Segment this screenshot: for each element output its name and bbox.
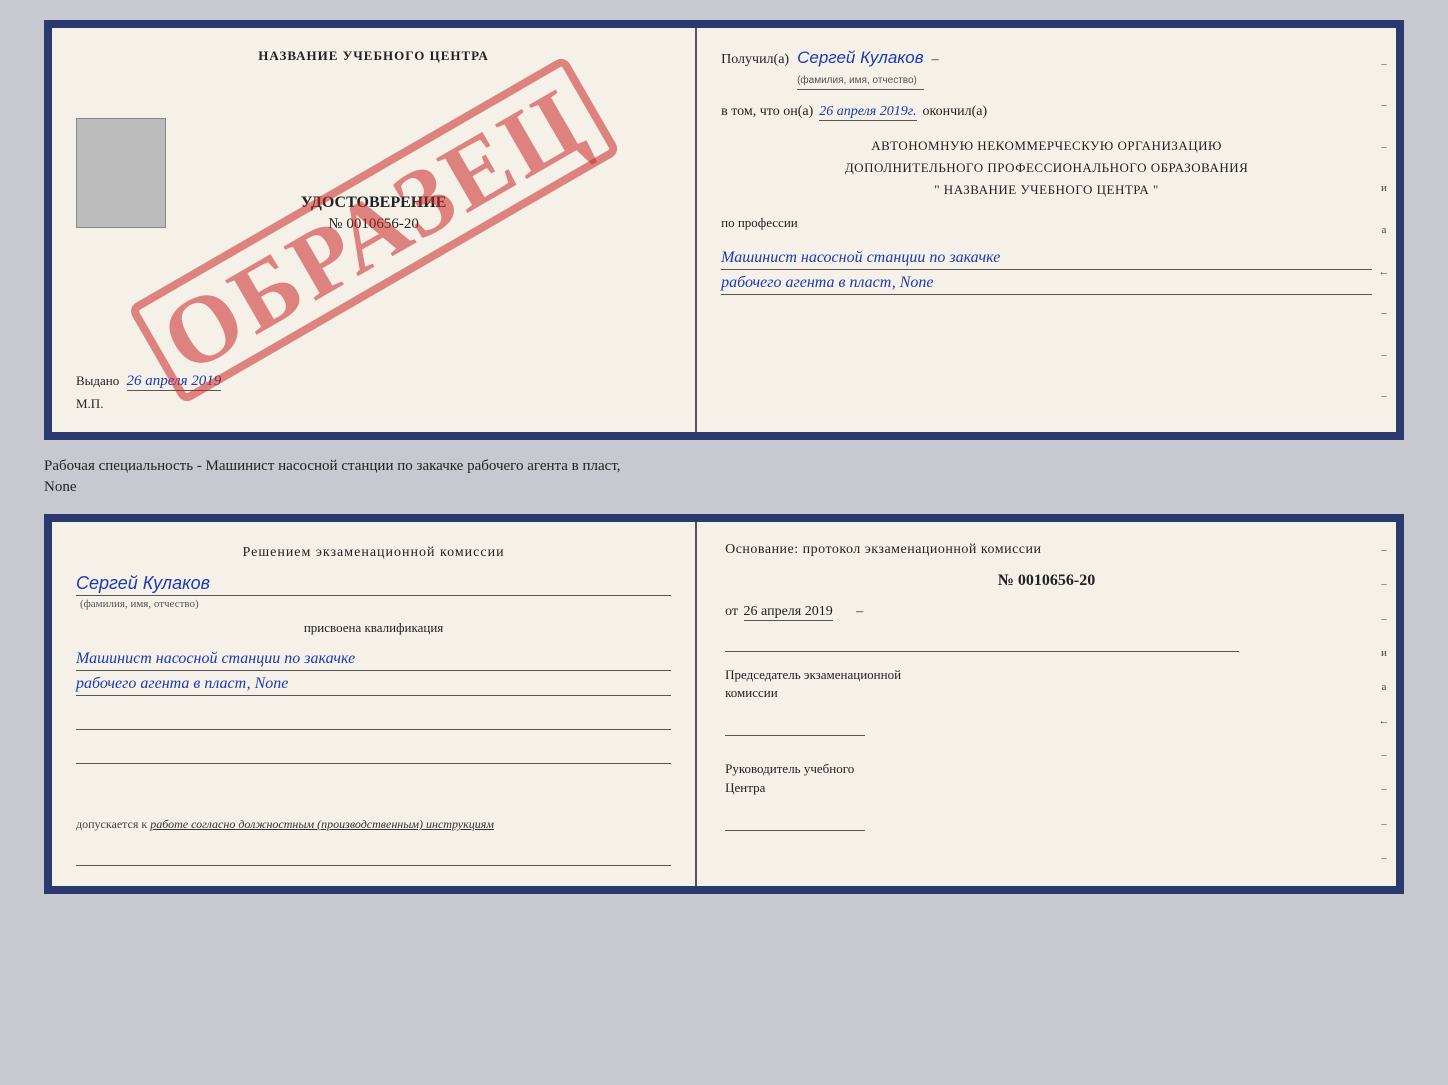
mp-label: М.П. <box>76 396 671 412</box>
top-center-title: НАЗВАНИЕ УЧЕБНОГО ЦЕНТРА <box>76 48 671 64</box>
org-block: АВТОНОМНУЮ НЕКОММЕРЧЕСКУЮ ОРГАНИЗАЦИЮ ДО… <box>721 135 1372 201</box>
okonchil-label: окончил(а) <box>923 104 988 120</box>
middle-line2: None <box>44 477 1404 498</box>
vtom-label: в том, что он(а) <box>721 104 813 120</box>
org-line2: ДОПОЛНИТЕЛЬНОГО ПРОФЕССИОНАЛЬНОГО ОБРАЗО… <box>721 157 1372 179</box>
nomer-label: № 0010656-20 <box>328 216 419 233</box>
vtom-line: в том, что он(а) 26 апреля 2019г. окончи… <box>721 104 1372 121</box>
po-professii-label: по профессии <box>721 215 1372 231</box>
qualification-line1: Машинист насосной станции по закачке <box>76 650 671 671</box>
rukovoditel-label: Руководитель учебного Центра <box>725 760 1368 796</box>
predsedatel-signature-line <box>725 716 865 736</box>
top-document: НАЗВАНИЕ УЧЕБНОГО ЦЕНТРА ОБРАЗЕЦ УДОСТОВ… <box>44 20 1404 440</box>
vydano-line: Выдано 26 апреля 2019 <box>76 363 671 390</box>
underline-3 <box>76 848 671 866</box>
dopuskaetsya-label: допускается к <box>76 817 147 831</box>
profession-block: Машинист насосной станции по закачке раб… <box>721 245 1372 295</box>
fio-value: Сергей Кулаков (фамилия, имя, отчество) <box>797 48 924 90</box>
dopuskaetsya-italic: работе согласно должностным (производств… <box>150 817 494 831</box>
middle-text: Рабочая специальность - Машинист насосно… <box>44 452 1404 502</box>
ot-date: 26 апреля 2019 <box>744 604 833 621</box>
poluchil-line: Получил(а) Сергей Кулаков (фамилия, имя,… <box>721 48 1372 90</box>
ot-label: от <box>725 604 738 619</box>
top-doc-right: Получил(а) Сергей Кулаков (фамилия, имя,… <box>697 28 1396 432</box>
dash: – <box>932 52 939 68</box>
underline-right-1 <box>725 636 1239 652</box>
fio-block-bottom: Сергей Кулаков (фамилия, имя, отчество) <box>76 573 671 610</box>
right-margin-marks: – – – и а ← – – – <box>1372 28 1396 432</box>
osnovanie-title: Основание: протокол экзаменационной коми… <box>725 542 1368 558</box>
profession-line1: Машинист насосной станции по закачке <box>721 249 1372 270</box>
vtom-date: 26 апреля 2019г. <box>819 104 916 121</box>
prisvoena-label: присвоена квалификация <box>76 620 671 636</box>
vydano-label: Выдано <box>76 373 119 388</box>
middle-line1: Рабочая специальность - Машинист насосно… <box>44 456 1404 477</box>
org-line3: " НАЗВАНИЕ УЧЕБНОГО ЦЕНТРА " <box>721 179 1372 201</box>
protokol-date: от 26 апреля 2019 – <box>725 604 1368 620</box>
protokol-nomer: № 0010656-20 <box>725 572 1368 590</box>
bottom-fio-hint: (фамилия, имя, отчество) <box>80 598 671 610</box>
qualification-line2: рабочего агента в пласт, None <box>76 675 671 696</box>
qualification-block: Машинист насосной станции по закачке раб… <box>76 646 671 696</box>
predsedatel-label: Председатель экзаменационной комиссии <box>725 666 1368 702</box>
underline-1 <box>76 712 671 730</box>
right-margin-marks-bottom: – – – и а ← – – – – <box>1372 522 1396 886</box>
vydano-date: 26 апреля 2019 <box>127 373 222 391</box>
resheniem-title: Решением экзаменационной комиссии <box>76 542 671 563</box>
bottom-document: Решением экзаменационной комиссии Сергей… <box>44 514 1404 894</box>
poluchil-label: Получил(а) <box>721 52 789 68</box>
underline-2 <box>76 746 671 764</box>
org-line1: АВТОНОМНУЮ НЕКОММЕРЧЕСКУЮ ОРГАНИЗАЦИЮ <box>721 135 1372 157</box>
top-doc-left: НАЗВАНИЕ УЧЕБНОГО ЦЕНТРА ОБРАЗЕЦ УДОСТОВ… <box>52 28 697 432</box>
profession-line2: рабочего агента в пласт, None <box>721 274 1372 295</box>
bottom-fio-value: Сергей Кулаков <box>76 573 671 596</box>
photo-placeholder <box>76 118 166 228</box>
udostoverenie-label: УДОСТОВЕРЕНИЕ <box>301 194 447 212</box>
bottom-doc-left: Решением экзаменационной комиссии Сергей… <box>52 522 697 886</box>
bottom-doc-right: Основание: протокол экзаменационной коми… <box>697 522 1396 886</box>
dopuskaetsya-line: допускается к работе согласно должностны… <box>76 817 671 832</box>
rukovoditel-signature-line <box>725 811 865 831</box>
